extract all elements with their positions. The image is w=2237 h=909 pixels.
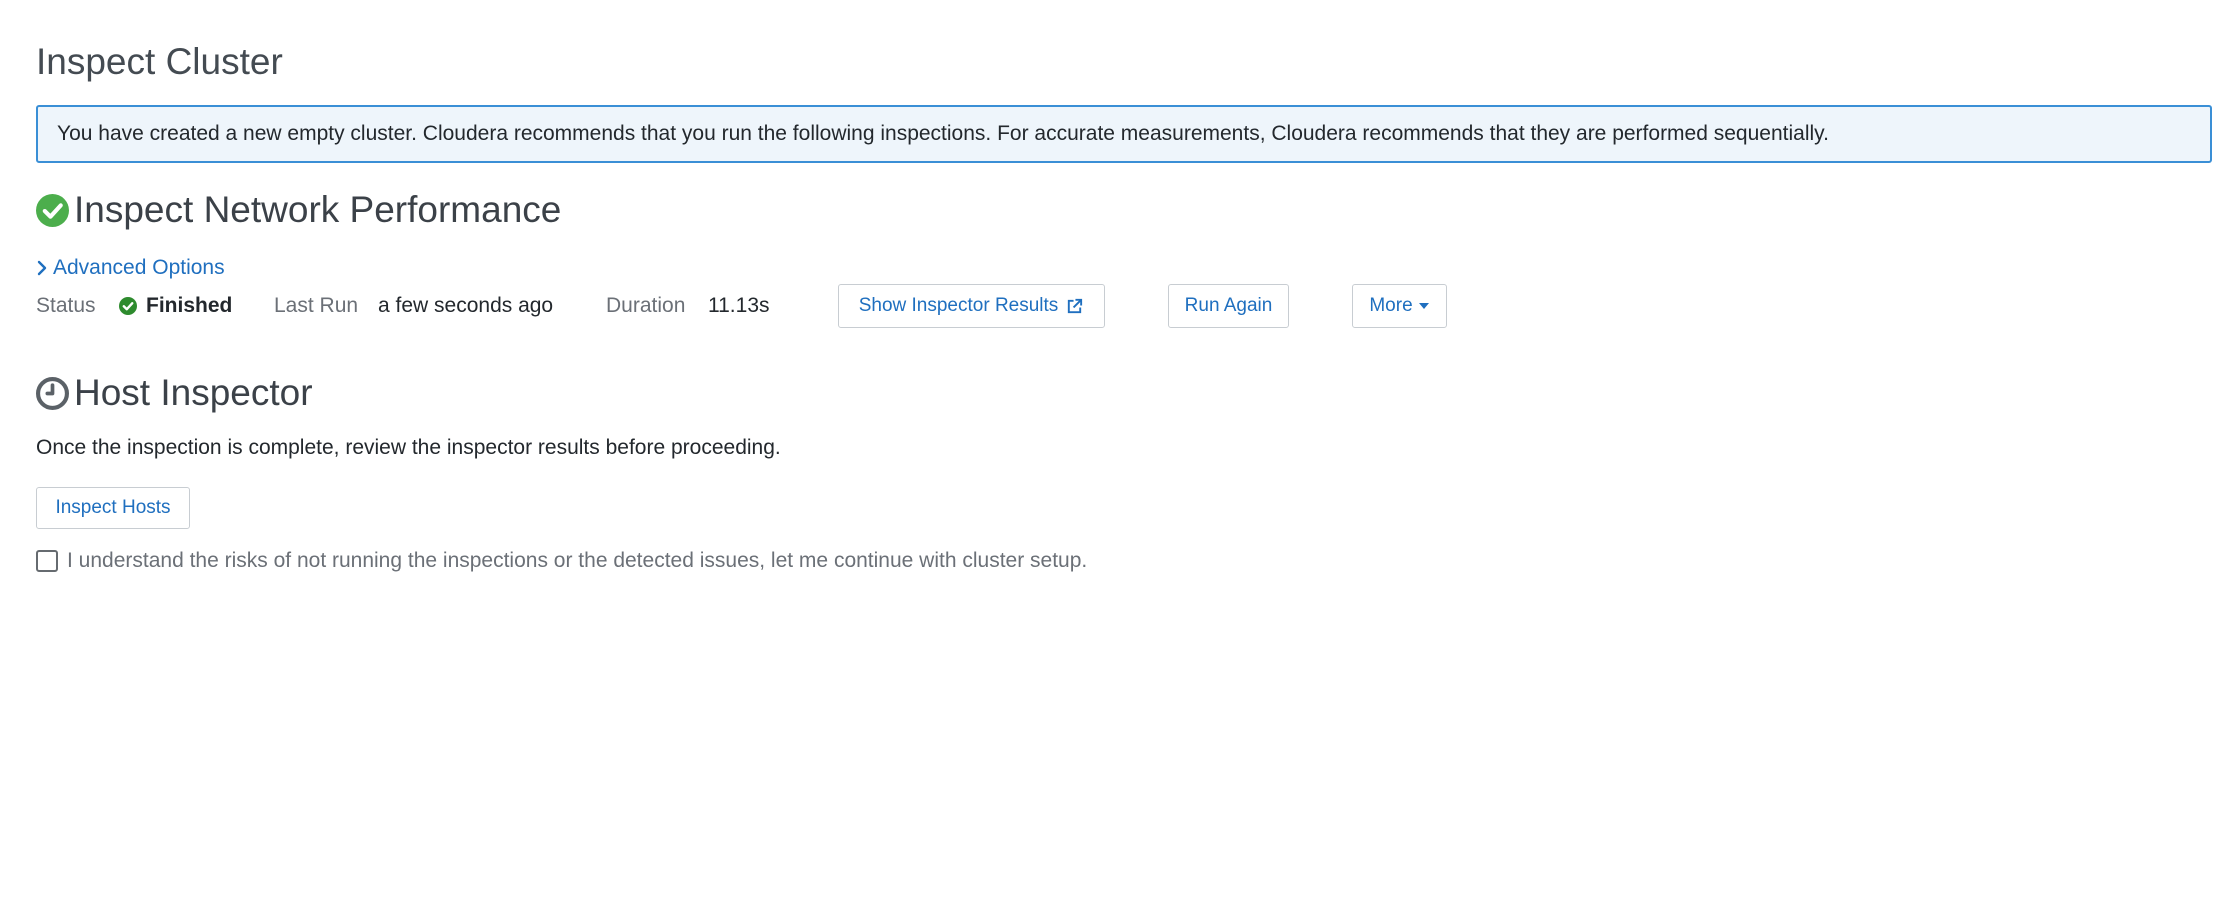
caret-down-icon [1418,303,1429,309]
chevron-right-icon [37,260,47,276]
info-alert-message: You have created a new empty cluster. Cl… [57,122,1829,145]
duration-value: 11.13s [708,294,770,317]
last-run-value: a few seconds ago [378,294,554,317]
more-dropdown-button[interactable]: More [1352,284,1447,328]
network-status-row: Status Finished Last Run a few seconds a… [36,284,1536,328]
risk-checkbox[interactable] [36,550,58,572]
network-section-label: Inspect Network Performance [74,189,562,230]
show-inspector-results-button[interactable]: Show Inspector Results [838,284,1105,328]
clock-icon [36,376,69,410]
host-section-title: Host Inspector [36,369,313,417]
host-inspector-description: Once the inspection is complete, review … [36,436,781,459]
check-circle-icon [36,193,69,227]
show-inspector-results-label: Show Inspector Results [858,295,1059,316]
status-value: Finished [146,294,233,317]
run-again-label: Run Again [1184,295,1273,316]
inspect-hosts-button[interactable]: Inspect Hosts [36,487,190,529]
info-alert: You have created a new empty cluster. Cl… [36,105,2212,163]
status-badge: Finished [119,284,232,328]
advanced-options-label: Advanced Options [53,256,225,279]
host-section-label: Host Inspector [74,372,313,413]
status-label: Status [36,294,96,317]
more-label: More [1369,295,1413,316]
external-link-icon [1068,298,1083,313]
risk-checkbox-label: I understand the risks of not running th… [67,549,1088,572]
duration-label: Duration [606,294,686,317]
last-run-label: Last Run [274,294,359,317]
inspect-hosts-label: Inspect Hosts [55,497,171,518]
advanced-options-toggle[interactable]: Advanced Options [36,256,225,280]
inspect-hosts-wrapper: Inspect Hosts [36,487,190,529]
check-circle-small-icon [119,297,137,315]
network-section-title: Inspect Network Performance [36,186,561,234]
risk-acknowledgement[interactable]: I understand the risks of not running th… [36,549,1087,573]
run-again-button[interactable]: Run Again [1168,284,1289,328]
page-title: Inspect Cluster [36,41,283,82]
